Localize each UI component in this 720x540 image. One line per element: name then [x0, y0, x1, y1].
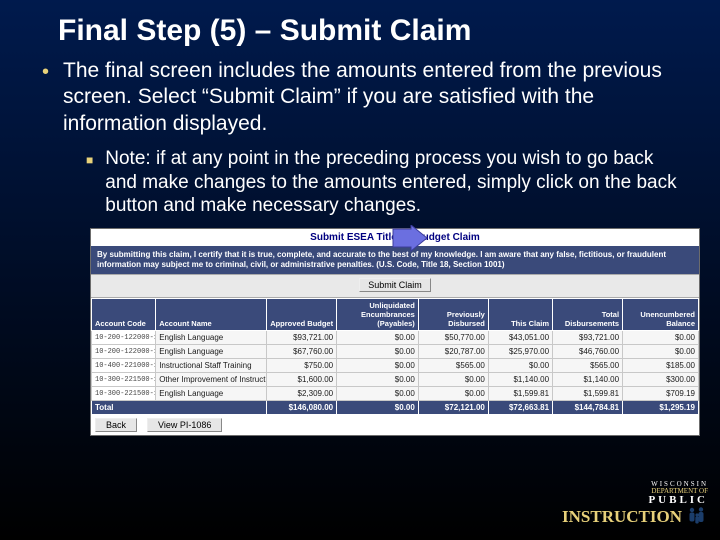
cell-total: $1,599.81: [553, 387, 623, 401]
embedded-claim-screenshot: Submit ESEA Title I-A Budget Claim By su…: [90, 228, 700, 436]
bullet-level-2: ■ Note: if at any point in the preceding…: [86, 147, 678, 218]
cell-bal: $0.00: [623, 345, 699, 359]
submit-row: Submit Claim: [91, 274, 699, 298]
cell-prev: $0.00: [418, 373, 488, 387]
submit-claim-button[interactable]: Submit Claim: [359, 278, 431, 292]
cell-bal: $300.00: [623, 373, 699, 387]
cell-budget: $750.00: [267, 359, 337, 373]
cell-code: 10-200-122000-141: [92, 345, 156, 359]
table-header-row: Account Code Account Name Approved Budge…: [92, 299, 699, 331]
col-account-name: Account Name: [156, 299, 267, 331]
logo-line-4-text: INSTRUCTION: [562, 508, 682, 525]
col-total-disbursements: Total Disbursements: [553, 299, 623, 331]
col-account-code: Account Code: [92, 299, 156, 331]
cell-budget: $67,760.00: [267, 345, 337, 359]
cell-budget: $1,600.00: [267, 373, 337, 387]
cell-code: 10-400-221000-141: [92, 359, 156, 373]
family-icon: [686, 506, 708, 526]
total-bal: $1,295.19: [623, 401, 699, 415]
total-disb: $144,784.81: [553, 401, 623, 415]
bullet-level-1: • The final screen includes the amounts …: [42, 58, 678, 137]
cell-claim: $1,599.81: [488, 387, 552, 401]
bottom-button-row: Back View PI-1086: [91, 415, 699, 435]
bullet-square-icon: ■: [86, 147, 93, 218]
logo-line-4: INSTRUCTION: [562, 506, 708, 526]
cell-claim: $43,051.00: [488, 331, 552, 345]
dpi-logo: WISCONSIN DEPARTMENT OF PUBLIC INSTRUCTI…: [562, 481, 708, 526]
cell-claim: $25,970.00: [488, 345, 552, 359]
cell-name: Instructional Staff Training: [156, 359, 267, 373]
cell-bal: $709.19: [623, 387, 699, 401]
table-row: 10-200-122000-141English Language$93,721…: [92, 331, 699, 345]
cell-prev: $20,787.00: [418, 345, 488, 359]
callout-arrow-icon: [391, 225, 429, 253]
back-button[interactable]: Back: [95, 418, 137, 432]
cell-prev: $50,770.00: [418, 331, 488, 345]
cell-enc: $0.00: [337, 373, 419, 387]
cell-enc: $0.00: [337, 387, 419, 401]
bullet-dot-icon: •: [42, 58, 49, 137]
cell-code: 10-300-221500-141: [92, 387, 156, 401]
total-label: Total: [92, 401, 267, 415]
cell-enc: $0.00: [337, 359, 419, 373]
col-approved-budget: Approved Budget: [267, 299, 337, 331]
total-budget: $146,080.00: [267, 401, 337, 415]
col-unencumbered-balance: Unencumbered Balance: [623, 299, 699, 331]
claim-table: Account Code Account Name Approved Budge…: [91, 298, 699, 415]
cell-claim: $1,140.00: [488, 373, 552, 387]
embedded-title: Submit ESEA Title I-A Budget Claim: [91, 229, 699, 246]
cell-prev: $565.00: [418, 359, 488, 373]
cell-name: English Language: [156, 387, 267, 401]
table-row: 10-300-221500-141English Language$2,309.…: [92, 387, 699, 401]
col-this-claim: This Claim: [488, 299, 552, 331]
cell-total: $93,721.00: [553, 331, 623, 345]
cell-claim: $0.00: [488, 359, 552, 373]
cell-enc: $0.00: [337, 345, 419, 359]
cell-budget: $93,721.00: [267, 331, 337, 345]
slide-title: Final Step (5) – Submit Claim: [0, 0, 720, 54]
slide-body: • The final screen includes the amounts …: [0, 54, 720, 436]
cell-name: English Language: [156, 331, 267, 345]
cell-total: $565.00: [553, 359, 623, 373]
cell-prev: $0.00: [418, 387, 488, 401]
cell-bal: $185.00: [623, 359, 699, 373]
total-enc: $0.00: [337, 401, 419, 415]
cell-name: English Language: [156, 345, 267, 359]
view-pi-1086-button[interactable]: View PI-1086: [147, 418, 222, 432]
bullet-1-text: The final screen includes the amounts en…: [63, 58, 678, 137]
logo-line-3: PUBLIC: [562, 495, 708, 506]
table-row: 10-400-221000-141Instructional Staff Tra…: [92, 359, 699, 373]
cell-code: 10-200-122000-141: [92, 331, 156, 345]
col-encumbrances: Unliquidated Encumbrances (Payables): [337, 299, 419, 331]
cell-bal: $0.00: [623, 331, 699, 345]
slide: Final Step (5) – Submit Claim • The fina…: [0, 0, 720, 540]
table-total-row: Total $146,080.00 $0.00 $72,121.00 $72,6…: [92, 401, 699, 415]
col-previously-disbursed: Previously Disbursed: [418, 299, 488, 331]
cell-total: $1,140.00: [553, 373, 623, 387]
cell-budget: $2,309.00: [267, 387, 337, 401]
table-row: 10-200-122000-141English Language$67,760…: [92, 345, 699, 359]
total-prev: $72,121.00: [418, 401, 488, 415]
cell-code: 10-300-221500-141: [92, 373, 156, 387]
table-row: 10-300-221500-141Other Improvement of In…: [92, 373, 699, 387]
cell-total: $46,760.00: [553, 345, 623, 359]
total-claim: $72,663.81: [488, 401, 552, 415]
bullet-2-text: Note: if at any point in the preceding p…: [105, 147, 678, 218]
cell-enc: $0.00: [337, 331, 419, 345]
cell-name: Other Improvement of Instruction: [156, 373, 267, 387]
